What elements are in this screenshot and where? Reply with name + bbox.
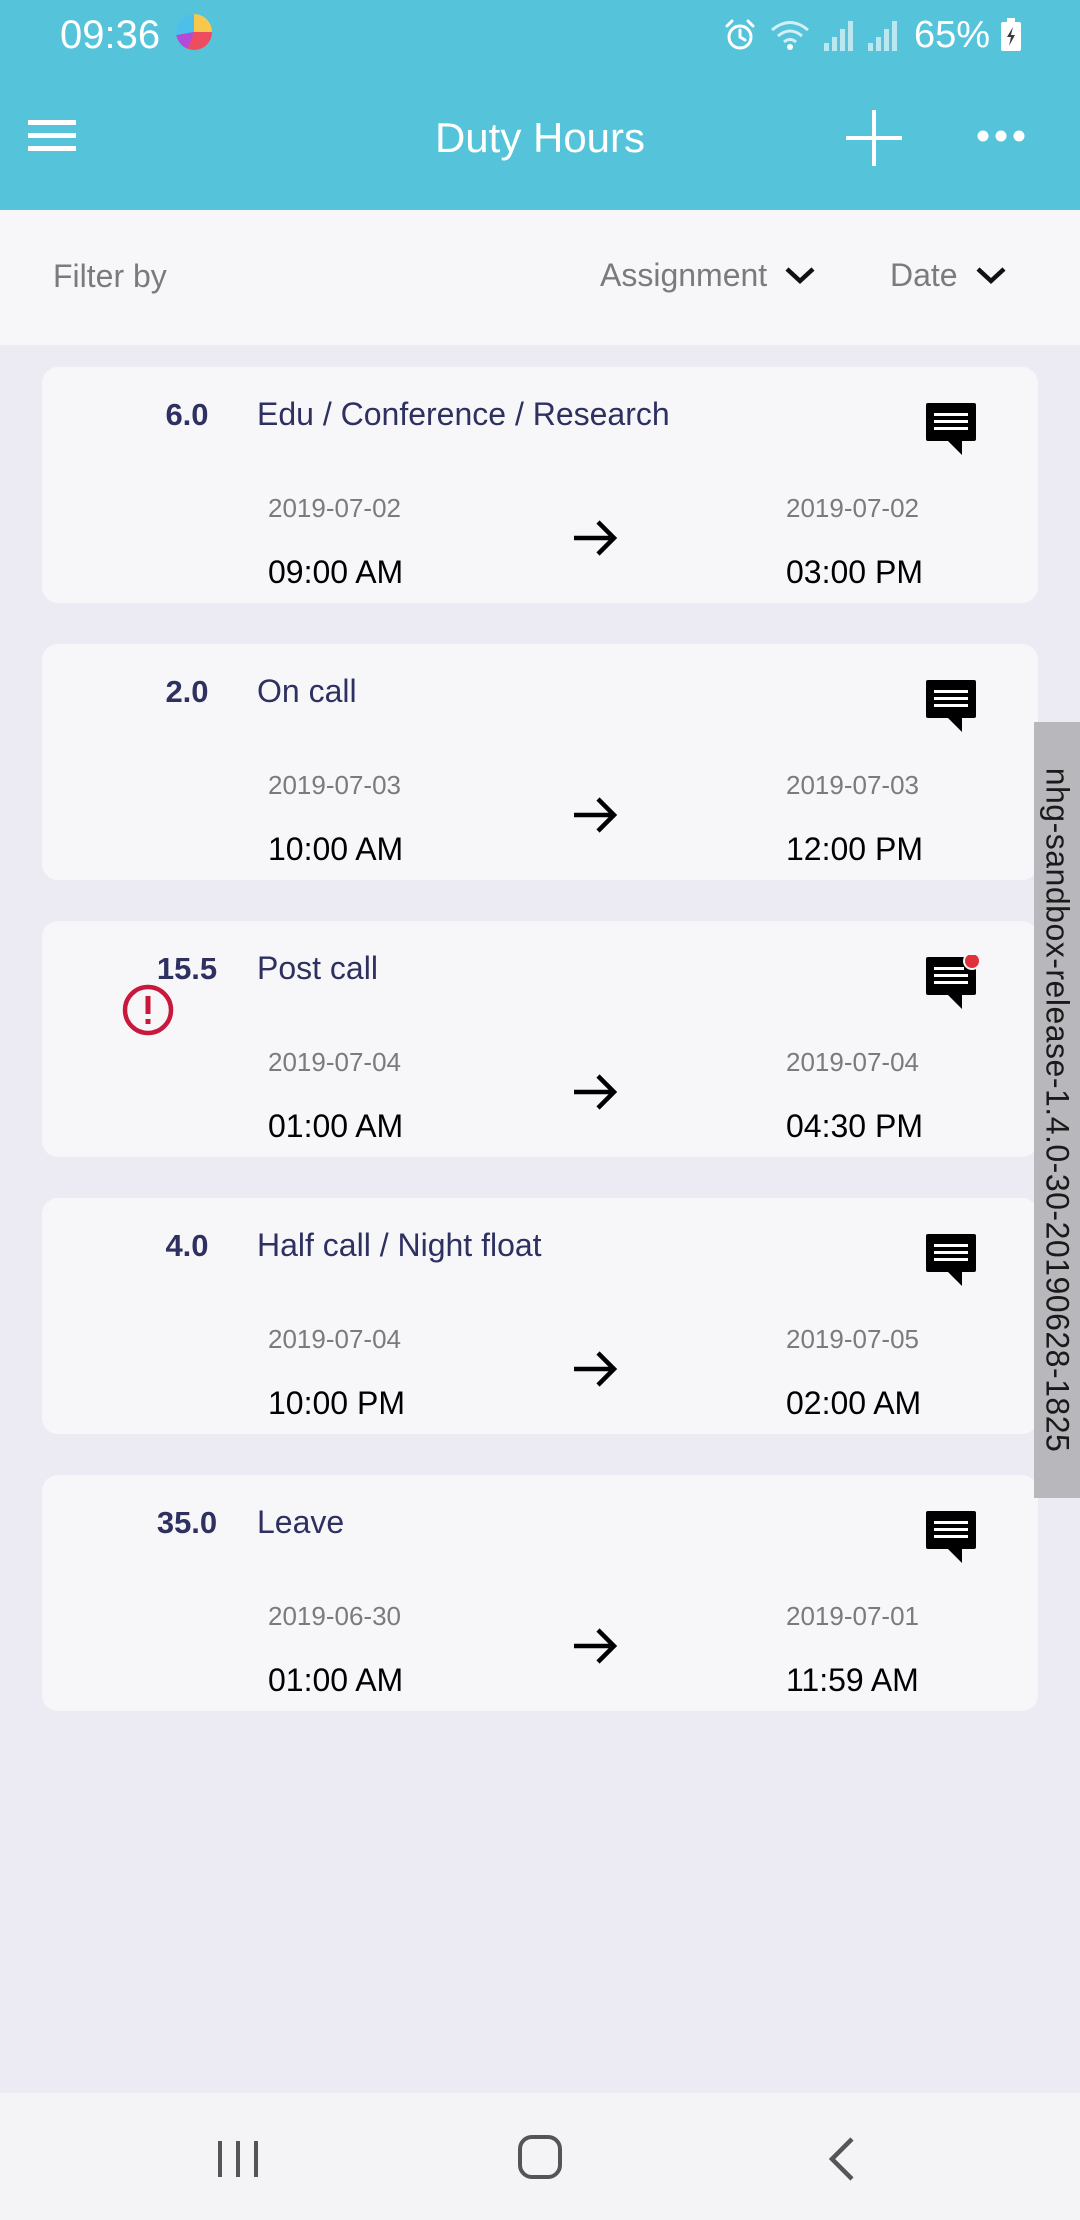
arrow-right-icon <box>574 797 618 833</box>
start-time: 10:00 AM <box>268 831 404 867</box>
build-version-label: nhg-sandbox-release-1.4.0-30-20190628-18… <box>1039 767 1076 1453</box>
recent-apps-button[interactable] <box>214 2137 264 2181</box>
entry-title: Edu / Conference / Research <box>257 396 670 432</box>
date-filter[interactable]: Date <box>890 250 1008 300</box>
chevron-down-icon <box>976 267 1006 285</box>
start-date: 2019-07-03 <box>268 770 401 800</box>
app-icon <box>176 14 212 50</box>
chevron-down-icon <box>785 267 815 285</box>
add-entry-button[interactable] <box>844 108 904 168</box>
comment-button[interactable] <box>924 401 980 457</box>
end-date: 2019-07-01 <box>786 1601 919 1631</box>
start-time: 10:00 PM <box>268 1385 405 1421</box>
warning-icon <box>122 984 174 1036</box>
start-date: 2019-07-04 <box>268 1324 401 1354</box>
end-date: 2019-07-04 <box>786 1047 919 1077</box>
start-time: 09:00 AM <box>268 554 404 590</box>
system-nav-bar <box>0 2093 1080 2220</box>
comment-icon <box>926 680 976 732</box>
start-date: 2019-07-02 <box>268 493 401 523</box>
entry-title: On call <box>257 673 357 709</box>
arrow-right-icon <box>574 520 618 556</box>
entry-hours: 6.0 <box>165 397 209 432</box>
comment-icon <box>926 1234 976 1286</box>
start-date: 2019-07-04 <box>268 1047 401 1077</box>
end-time: 04:30 PM <box>786 1108 923 1144</box>
comment-button[interactable] <box>924 1509 980 1565</box>
duty-hours-screen: 09:36 65% Duty Hours Filter by Assignmen… <box>0 0 1080 2220</box>
entry-title: Leave <box>257 1504 345 1540</box>
date-filter-label: Date <box>890 256 958 293</box>
start-date: 2019-06-30 <box>268 1601 401 1631</box>
comment-button[interactable] <box>924 678 980 734</box>
signal-icon <box>823 21 853 51</box>
end-date: 2019-07-03 <box>786 770 919 800</box>
entry-title: Half call / Night float <box>257 1227 542 1263</box>
page-title: Duty Hours <box>434 114 646 161</box>
end-time: 12:00 PM <box>786 831 923 867</box>
arrow-right-icon <box>574 1074 618 1110</box>
duty-entry-card[interactable]: 15.5 Post call 2019-07-04 01:00 AM 2019-… <box>42 921 1038 1157</box>
duty-entry-card[interactable]: 6.0 Edu / Conference / Research 2019-07-… <box>42 367 1038 603</box>
end-date: 2019-07-02 <box>786 493 919 523</box>
entry-hours: 4.0 <box>165 1228 209 1263</box>
end-time: 02:00 AM <box>786 1385 922 1421</box>
filter-bar: Filter by Assignment Date <box>0 210 1080 345</box>
start-time: 01:00 AM <box>268 1108 404 1144</box>
app-header: 09:36 65% Duty Hours <box>0 0 1080 210</box>
comment-button[interactable] <box>924 952 981 1011</box>
assignment-filter-label: Assignment <box>600 256 768 293</box>
signal-icon <box>867 21 897 51</box>
wifi-icon <box>770 21 809 50</box>
status-time: 09:36 <box>60 13 161 57</box>
comment-icon <box>926 952 981 1009</box>
back-icon <box>828 2137 854 2181</box>
battery-percent: 65% <box>913 14 990 56</box>
assignment-filter[interactable]: Assignment <box>600 250 817 300</box>
more-horizontal-icon <box>977 130 1025 142</box>
entry-hours: 35.0 <box>156 1505 218 1540</box>
comment-button[interactable] <box>924 1232 980 1288</box>
recent-apps-icon <box>218 2141 258 2177</box>
end-time: 03:00 PM <box>786 554 923 590</box>
battery-charging-icon <box>1001 18 1021 51</box>
home-button[interactable] <box>516 2133 564 2181</box>
duty-entry-card[interactable]: 4.0 Half call / Night float 2019-07-04 1… <box>42 1198 1038 1434</box>
comment-icon <box>926 1511 976 1563</box>
status-icons: 65% <box>722 12 1022 58</box>
arrow-right-icon <box>574 1351 618 1387</box>
plus-icon <box>846 110 902 166</box>
entry-title: Post call <box>257 950 378 986</box>
end-time: 11:59 AM <box>786 1662 919 1698</box>
duty-entry-card[interactable]: 35.0 Leave 2019-06-30 01:00 AM 2019-07-0… <box>42 1475 1038 1711</box>
end-date: 2019-07-05 <box>786 1324 919 1354</box>
entry-hours: 2.0 <box>165 674 209 709</box>
filter-label: Filter by <box>53 258 167 294</box>
comment-icon <box>926 403 976 455</box>
home-icon <box>518 2135 562 2179</box>
start-time: 01:00 AM <box>268 1662 404 1698</box>
more-options-button[interactable] <box>976 118 1026 154</box>
back-button[interactable] <box>822 2133 862 2185</box>
alarm-icon <box>725 19 755 50</box>
duty-entry-card[interactable]: 2.0 On call 2019-07-03 10:00 AM 2019-07-… <box>42 644 1038 880</box>
arrow-right-icon <box>574 1628 618 1664</box>
